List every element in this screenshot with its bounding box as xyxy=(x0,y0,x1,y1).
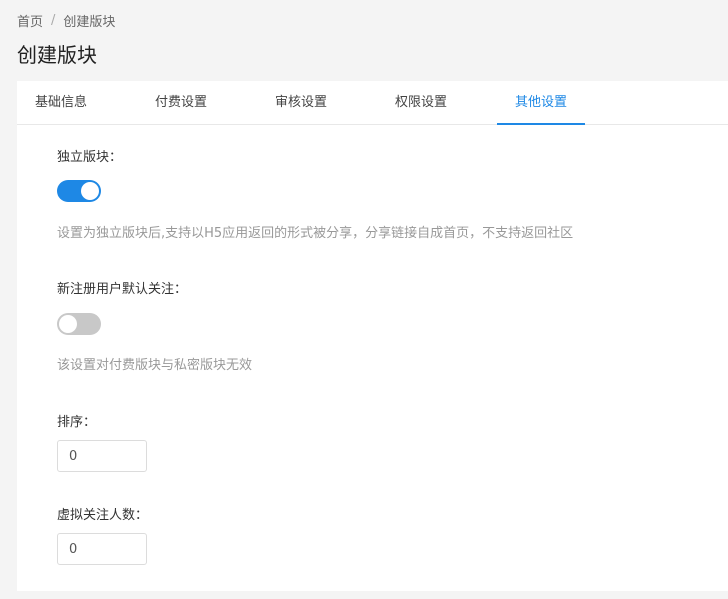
breadcrumb: 首页 / 创建版块 xyxy=(17,11,115,30)
auto-follow-label: 新注册用户默认关注： xyxy=(57,282,188,297)
tab-bar: 基础信息 付费设置 审核设置 权限设置 其他设置 xyxy=(17,81,728,125)
virtual-followers-label: 虚拟关注人数： xyxy=(57,508,149,523)
independent-hint: 设置为独立版块后,支持以H5应用返回的形式被分享，分享链接自成首页，不支持返回社… xyxy=(57,226,574,241)
sort-input[interactable] xyxy=(57,440,147,472)
tab-basic-info[interactable]: 基础信息 xyxy=(17,81,105,125)
auto-follow-toggle[interactable] xyxy=(57,313,101,335)
toggle-knob xyxy=(59,315,77,333)
toggle-knob xyxy=(81,182,99,200)
independent-toggle[interactable] xyxy=(57,180,101,202)
virtual-followers-input[interactable] xyxy=(57,533,147,565)
breadcrumb-current: 创建版块 xyxy=(63,15,116,30)
tab-permission-settings[interactable]: 权限设置 xyxy=(377,81,465,125)
auto-follow-hint: 该设置对付费版块与私密版块无效 xyxy=(57,358,253,373)
tab-review-settings[interactable]: 审核设置 xyxy=(257,81,345,125)
independent-label: 独立版块： xyxy=(57,150,123,165)
tab-payment-settings[interactable]: 付费设置 xyxy=(137,81,225,125)
sort-label: 排序： xyxy=(57,415,97,430)
active-tab-indicator xyxy=(497,123,585,125)
form-card: 基础信息 付费设置 审核设置 权限设置 其他设置 独立版块： 设置为独立版块后,… xyxy=(17,81,728,591)
breadcrumb-separator: / xyxy=(51,13,56,28)
breadcrumb-home-link[interactable]: 首页 xyxy=(17,11,43,30)
page-title: 创建版块 xyxy=(17,43,97,67)
tab-other-settings[interactable]: 其他设置 xyxy=(497,81,585,125)
